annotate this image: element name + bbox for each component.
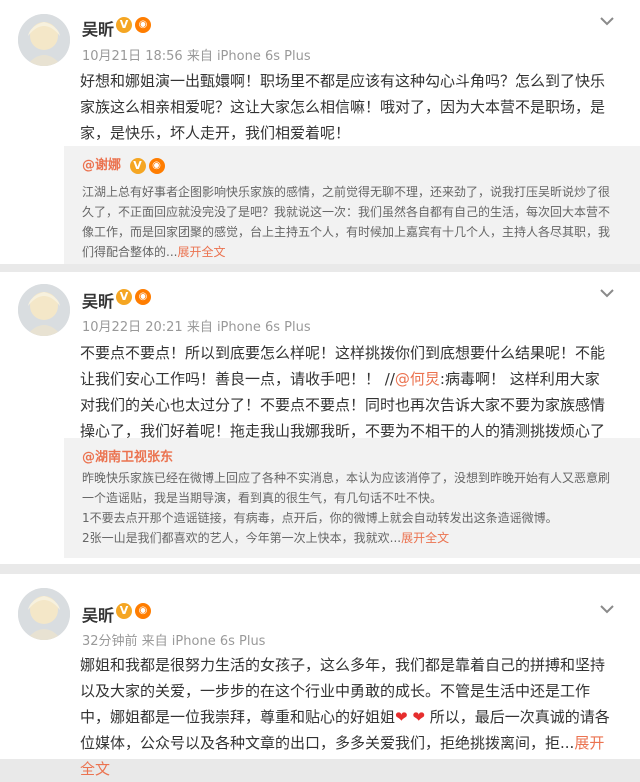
- expand-full-text-link[interactable]: 展开全文: [177, 245, 225, 259]
- mention-link[interactable]: @何炅: [395, 370, 440, 388]
- quoted-text-body: 江湖上总有好事者企图影响快乐家族的感情，之前觉得无聊不理，还来劲了，说我打压吴昕…: [82, 185, 611, 259]
- author-name[interactable]: 吴昕: [82, 288, 114, 312]
- post-text: 好想和娜姐演一出甄嬛啊！职场里不都是应该有这种勾心斗角吗？怎么到了快乐家族这么相…: [80, 72, 606, 142]
- weibo-post-1: 吴昕 V ◉ 10月21日 18:56 来自 iPhone 6s Plus 好想和…: [0, 0, 640, 264]
- avatar[interactable]: [18, 588, 70, 640]
- avatar[interactable]: [18, 284, 70, 336]
- quoted-text: 昨晚快乐家族已经在微博上回应了各种不实消息，本认为应该消停了，没想到昨晚开始有人…: [82, 468, 618, 548]
- quoted-post[interactable]: @谢娜 V ◉ 江湖上总有好事者企图影响快乐家族的感情，之前觉得无聊不理，还来劲了…: [64, 146, 640, 264]
- weibo-post-2: 吴昕 V ◉ 10月22日 20:21 来自 iPhone 6s Plus 不要点…: [0, 272, 640, 564]
- quoted-paragraph-3: 2张一山是我们都喜欢的艺人，今年第一次上快本，我就欢...展开全文: [82, 528, 618, 548]
- post-meta: 10月22日 20:21 来自 iPhone 6s Plus: [82, 320, 311, 335]
- post-text: 娜姐和我都是很努力生活的女孩子，这么多年，我们都是靠着自己的拼搏和坚持以及大家的…: [80, 652, 614, 782]
- quoted-paragraph-3-text: 2张一山是我们都喜欢的艺人，今年第一次上快本，我就欢...: [82, 531, 402, 545]
- medal-icon: ◉: [135, 17, 151, 33]
- quoted-text: 江湖上总有好事者企图影响快乐家族的感情，之前觉得无聊不理，还来劲了，说我打压吴昕…: [82, 182, 618, 262]
- heart-emoji-icon: ❤ ❤: [395, 708, 425, 726]
- author-name[interactable]: 吴昕: [82, 602, 114, 626]
- avatar-image: [18, 14, 70, 66]
- quoted-author[interactable]: @谢娜 V ◉: [82, 154, 165, 174]
- expand-full-text-link[interactable]: 展开全文: [401, 531, 449, 545]
- chevron-down-icon[interactable]: [598, 284, 616, 302]
- weibo-post-3: 吴昕 V ◉ 32分钟前 来自 iPhone 6s Plus 娜姐和我都是很努力生…: [0, 574, 640, 778]
- quoted-post[interactable]: @湖南卫视张东 昨晚快乐家族已经在微博上回应了各种不实消息，本认为应该消停了，没…: [64, 438, 640, 558]
- verified-v-icon: V: [116, 289, 132, 305]
- verified-badges: V ◉: [116, 289, 151, 305]
- quoted-author-name[interactable]: @谢娜: [82, 158, 121, 173]
- verified-v-icon: V: [116, 603, 132, 619]
- avatar-image: [18, 284, 70, 336]
- medal-icon: ◉: [135, 603, 151, 619]
- verified-v-icon: V: [116, 17, 132, 33]
- author-name[interactable]: 吴昕: [82, 16, 114, 40]
- post-meta: 32分钟前 来自 iPhone 6s Plus: [82, 634, 266, 649]
- quoted-paragraph-2: 1不要去点开那个造谣链接，有病毒，点开后，你的微博上就会自动转发出这条造谣微博。: [82, 511, 558, 525]
- quoted-author-name[interactable]: @湖南卫视张东: [82, 450, 173, 465]
- chevron-down-icon[interactable]: [598, 12, 616, 30]
- verified-badges: V ◉: [116, 17, 151, 33]
- quoted-paragraph-1: 昨晚快乐家族已经在微博上回应了各种不实消息，本认为应该消停了，没想到昨晚开始有人…: [82, 471, 611, 505]
- verified-badges: V ◉: [116, 603, 151, 619]
- post-meta: 10月21日 18:56 来自 iPhone 6s Plus: [82, 49, 311, 64]
- chevron-down-icon[interactable]: [598, 600, 616, 618]
- post-text: 不要点不要点！所以到底要怎么样呢！这样挑拨你们到底想要什么结果呢！不能让我们安心…: [80, 340, 614, 444]
- avatar[interactable]: [18, 14, 70, 66]
- avatar-image: [18, 588, 70, 640]
- medal-icon: ◉: [135, 289, 151, 305]
- medal-icon: ◉: [148, 157, 165, 174]
- quoted-author[interactable]: @湖南卫视张东: [82, 446, 173, 465]
- verified-v-icon: V: [129, 157, 146, 174]
